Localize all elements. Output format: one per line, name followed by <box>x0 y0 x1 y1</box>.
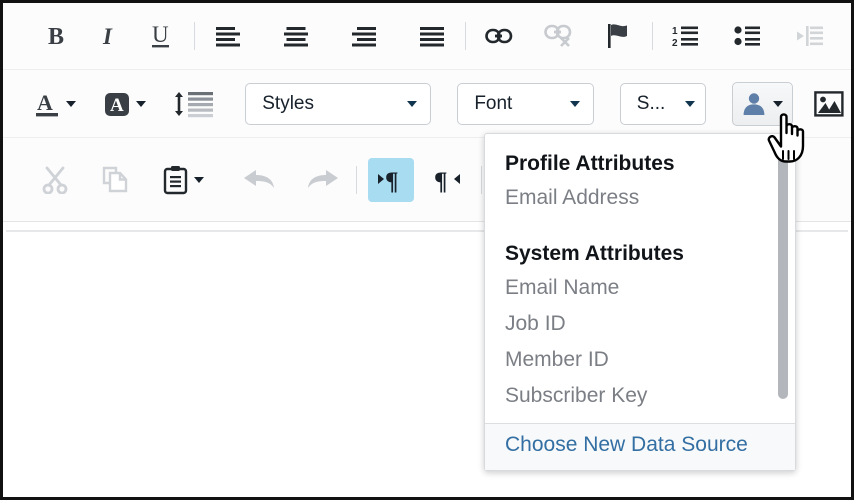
font-select[interactable]: Font <box>457 82 594 125</box>
chevron-down-icon <box>684 100 695 107</box>
toolbar-row-formatting: B I U 1 2 <box>3 3 851 70</box>
copy-icon <box>102 166 128 192</box>
align-center-button[interactable] <box>274 14 318 58</box>
menu-group-spacer <box>485 216 795 238</box>
svg-text:2: 2 <box>672 38 678 47</box>
paste-button[interactable] <box>155 158 211 202</box>
redo-button[interactable] <box>301 158 345 202</box>
choose-new-data-source-link[interactable]: Choose New Data Source <box>505 433 775 457</box>
redo-arrow-icon <box>308 169 338 188</box>
menu-item-subscriber-key[interactable]: Subscriber Key <box>485 378 795 414</box>
svg-text:1: 1 <box>672 26 678 37</box>
align-center-icon <box>284 27 308 47</box>
insert-link-button[interactable] <box>477 14 521 58</box>
underline-button[interactable]: U <box>139 14 183 58</box>
toolbar-row-typography: A A Styles Font S... <box>3 70 851 138</box>
menu-item-job-id[interactable]: Job ID <box>485 306 795 342</box>
text-direction-ltr-button[interactable]: ¶ <box>368 157 414 202</box>
align-left-icon <box>216 27 240 47</box>
bold-button[interactable]: B <box>35 14 79 58</box>
unordered-list-icon <box>734 26 760 46</box>
text-direction-rtl-button[interactable]: ¶ <box>424 158 470 202</box>
bulleted-list-button[interactable] <box>726 14 770 58</box>
personalization-attributes-menu: Profile Attributes Email Address System … <box>484 133 796 471</box>
outdent-icon <box>797 26 823 46</box>
paragraph-ltr-icon: ¶ <box>378 168 399 194</box>
align-right-icon <box>352 27 376 47</box>
align-right-button[interactable] <box>342 14 386 58</box>
clipboard-icon <box>163 165 187 194</box>
font-size-select[interactable]: S... <box>619 82 706 125</box>
personalization-attributes-button[interactable] <box>731 81 793 126</box>
background-color-icon: A <box>105 92 130 116</box>
undo-arrow-icon <box>244 169 274 188</box>
svg-text:I: I <box>102 24 113 49</box>
italic-button[interactable]: I <box>87 14 131 58</box>
editor-window: B I U 1 2 A A Styles Font S... ¶ ¶ Profi… <box>0 0 854 500</box>
italic-icon: I <box>102 24 113 49</box>
ordered-list-icon: 1 2 <box>672 26 698 47</box>
menu-scrollbar-thumb[interactable] <box>778 141 788 399</box>
insert-image-button[interactable] <box>807 82 851 126</box>
unlink-icon <box>544 24 572 47</box>
toolbar-separator <box>356 165 357 194</box>
paragraph-rtl-icon: ¶ <box>434 168 460 194</box>
chevron-down-icon <box>65 100 76 107</box>
text-color-button[interactable]: A <box>30 82 80 126</box>
toolbar-separator <box>652 22 653 50</box>
align-justify-button[interactable] <box>410 14 454 58</box>
cut-button[interactable] <box>33 158 77 202</box>
font-select-value: Font <box>474 92 513 114</box>
copy-button[interactable] <box>93 158 137 202</box>
chevron-down-icon <box>193 176 204 183</box>
decrease-indent-button[interactable] <box>788 14 832 58</box>
font-size-select-value: S... <box>636 92 666 114</box>
chevron-down-icon <box>136 100 147 107</box>
line-height-icon <box>175 91 213 117</box>
link-icon <box>485 28 513 44</box>
image-icon <box>814 90 844 117</box>
menu-group-title-system: System Attributes <box>505 242 684 265</box>
person-icon <box>743 92 765 115</box>
svg-text:B: B <box>48 24 64 49</box>
svg-text:¶: ¶ <box>385 168 399 194</box>
align-left-button[interactable] <box>206 14 250 58</box>
remove-link-button[interactable] <box>537 14 581 58</box>
menu-item-email-name[interactable]: Email Name <box>485 270 795 306</box>
underline-icon: U <box>152 22 169 48</box>
chevron-down-icon <box>569 100 580 107</box>
numbered-list-button[interactable]: 1 2 <box>664 14 708 58</box>
text-color-icon: A <box>35 90 58 116</box>
undo-button[interactable] <box>237 158 281 202</box>
menu-group-title-profile: Profile Attributes <box>505 152 675 175</box>
toolbar-separator <box>194 22 195 50</box>
bold-icon: B <box>48 24 64 49</box>
toolbar-separator <box>481 165 482 194</box>
svg-text:A: A <box>37 90 53 115</box>
scissors-icon <box>42 166 68 194</box>
svg-text:¶: ¶ <box>434 168 448 194</box>
svg-text:U: U <box>152 22 169 47</box>
highlight-color-button[interactable]: A <box>98 82 150 126</box>
chevron-down-icon <box>407 100 418 107</box>
menu-item-email-address[interactable]: Email Address <box>485 180 795 216</box>
attribute-menu-scroll-region[interactable]: Profile Attributes Email Address System … <box>485 134 795 423</box>
styles-select-value: Styles <box>262 92 314 114</box>
anchor-flag-button[interactable] <box>597 14 641 58</box>
toolbar-separator <box>465 22 466 50</box>
styles-select[interactable]: Styles <box>245 82 432 125</box>
menu-item-member-id[interactable]: Member ID <box>485 342 795 378</box>
svg-text:A: A <box>110 95 124 116</box>
align-justify-icon <box>420 27 444 47</box>
chevron-down-icon <box>772 100 783 107</box>
increase-indent-button[interactable] <box>850 14 854 58</box>
line-height-button[interactable] <box>169 82 219 126</box>
flag-icon <box>608 24 627 48</box>
attribute-menu-footer: Choose New Data Source <box>485 423 795 470</box>
